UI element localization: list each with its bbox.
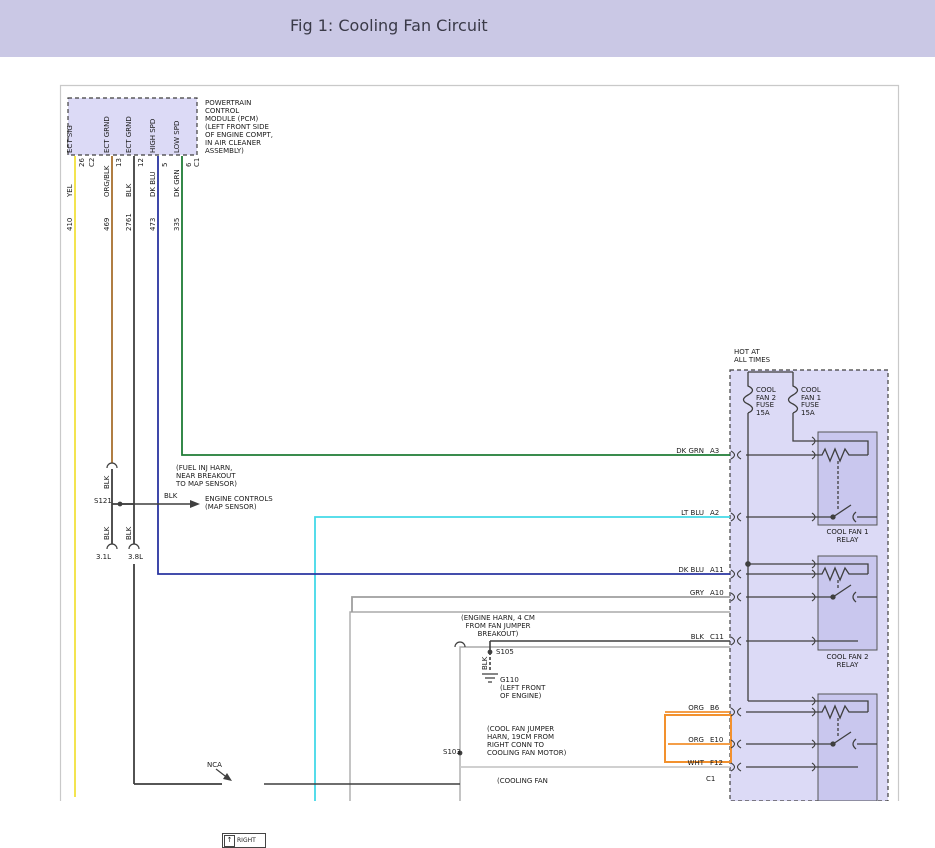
- pcm-pin-number: 5: [161, 163, 169, 167]
- circuit-335: 335: [173, 218, 181, 231]
- pcm-pin-ect-grnd2: ECT GRND: [125, 116, 133, 153]
- pin-f12: F12: [710, 759, 723, 767]
- splice-s103-label: S103: [443, 748, 461, 756]
- wire-color-blk-leg-left: BLK: [103, 527, 111, 540]
- pcm-pin-number: 6: [185, 163, 193, 167]
- engine-harn-note: (ENGINE HARN, 4 CM FROM FAN JUMPER BREAK…: [447, 614, 549, 638]
- hot-at-all-times-note: HOT AT ALL TIMES: [734, 348, 770, 364]
- circuit-473: 473: [149, 218, 157, 231]
- wire-dk-grn-low-spd: [182, 156, 730, 455]
- wire-label-org-b6: ORG: [628, 704, 704, 712]
- splice-s105-label: S105: [496, 648, 514, 656]
- pin-a10: A10: [710, 589, 724, 597]
- splice-dots: [118, 502, 493, 756]
- wire-color-blk: BLK: [125, 184, 133, 197]
- right-connector-box: ↑ RIGHT: [222, 833, 266, 848]
- wire-color-dkblu: DK BLU: [149, 171, 157, 197]
- pin-e10: E10: [710, 736, 723, 744]
- cooling-fan-label: (COOLING FAN: [497, 777, 548, 785]
- nca-arrow: [216, 769, 232, 781]
- wire-label-wht: WHT: [628, 759, 704, 767]
- relay-center-box: [730, 370, 888, 801]
- map-sensor-wire-color: BLK: [164, 492, 177, 500]
- cool-fan-1-fuse-label: COOL FAN 1 FUSE 15A: [801, 387, 821, 417]
- pcm-pin-number: 12: [137, 158, 145, 167]
- splice-s121-label: S121: [94, 497, 112, 505]
- engine-controls-arrow: [120, 500, 200, 508]
- wire-label-gry: GRY: [628, 589, 704, 597]
- wire-label-dkblu: DK BLU: [628, 566, 704, 574]
- cool-fan-2-fuse-label: COOL FAN 2 FUSE 15A: [756, 387, 776, 417]
- pcm-pin-low-spd: LOW SPD: [173, 121, 181, 153]
- circuit-2761: 2761: [125, 213, 133, 231]
- wire-color-blk-ground: BLK: [481, 657, 489, 670]
- pcm-connector-c1: C1: [193, 158, 201, 167]
- wire-color-blk-leg-right: BLK: [125, 527, 133, 540]
- pin-a2: A2: [710, 509, 719, 517]
- pin-a11: A11: [710, 566, 724, 574]
- pin-b6: B6: [710, 704, 719, 712]
- wire-label-org-e10: ORG: [628, 736, 704, 744]
- wire-label-ltblu: LT BLU: [628, 509, 704, 517]
- wire-color-yel: YEL: [66, 184, 74, 197]
- nca-label: NCA: [207, 761, 222, 769]
- pcm-pin-number: 26: [78, 158, 86, 167]
- pcm-pin-ect-grnd1: ECT GRND: [103, 116, 111, 153]
- pcm-pin-ect-sig: ECT SIG: [66, 125, 74, 153]
- splice-s105-dot: [488, 650, 493, 655]
- inline-connector-symbols: [107, 463, 465, 647]
- fuel-inj-note: (FUEL INJ HARN, NEAR BREAKOUT TO MAP SEN…: [176, 464, 237, 488]
- circuit-diagram-canvas: [0, 0, 935, 801]
- wire-color-dkgrn: DK GRN: [173, 169, 181, 197]
- circuit-410: 410: [66, 218, 74, 231]
- wire-label-blk: BLK: [628, 633, 704, 641]
- pin-a3: A3: [710, 447, 719, 455]
- pcm-pin-high-spd: HIGH SPD: [149, 119, 157, 153]
- circuit-469: 469: [103, 218, 111, 231]
- cool-fan-1-relay-label: COOL FAN 1 RELAY: [818, 528, 877, 544]
- engine-3-8l-label: 3.8L: [128, 553, 143, 561]
- pin-c11: C11: [710, 633, 724, 641]
- splice-s121-dot: [118, 502, 123, 507]
- jumper-harn-note: (COOL FAN JUMPER HARN, 19CM FROM RIGHT C…: [487, 725, 566, 757]
- wire-color-orgblk: ORG/BLK: [103, 166, 111, 197]
- up-arrow-icon: ↑: [224, 835, 235, 847]
- wire-gry-a10: [352, 597, 730, 612]
- pcm-description: POWERTRAIN CONTROL MODULE (PCM) (LEFT FR…: [205, 99, 273, 155]
- relay-center-connector-c1: C1: [706, 775, 715, 783]
- ground-g110-note: G110 (LEFT FRONT OF ENGINE): [500, 676, 545, 700]
- engine-3-1l-label: 3.1L: [96, 553, 111, 561]
- right-connector-label: RIGHT: [237, 837, 256, 844]
- pcm-pin-number: 13: [115, 158, 123, 167]
- map-sensor-destination: ENGINE CONTROLS (MAP SENSOR): [205, 495, 273, 511]
- pcm-connector-c2: C2: [88, 158, 96, 167]
- wire-color-blk-upper: BLK: [103, 476, 111, 489]
- wiring-diagram: POWERTRAIN CONTROL MODULE (PCM) (LEFT FR…: [0, 57, 935, 801]
- wire-label-dkgrn: DK GRN: [628, 447, 704, 455]
- cool-fan-2-relay-label: COOL FAN 2 RELAY: [818, 653, 877, 669]
